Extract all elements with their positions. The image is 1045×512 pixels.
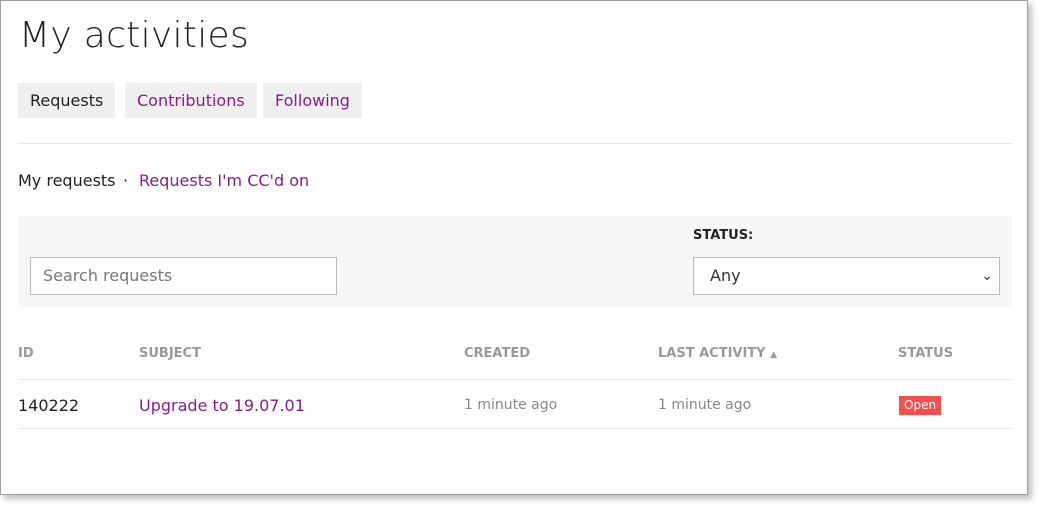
header-subject[interactable]: SUBJECT [139,346,201,361]
cell-id: 140222 [18,396,80,415]
row-divider [18,428,1012,429]
header-id[interactable]: ID [18,346,34,361]
status-select-value: Any [710,266,741,285]
tab-contributions[interactable]: Contributions [125,83,257,118]
status-select[interactable]: Any ⌄ [693,257,1000,295]
status-filter-label: STATUS: [693,228,754,243]
tab-following[interactable]: Following [263,83,362,118]
status-badge: Open [899,396,942,415]
search-input[interactable]: Search requests [30,257,337,295]
header-status[interactable]: STATUS [898,346,953,361]
filter-bar: Search requests STATUS: Any ⌄ [18,216,1012,307]
cell-created: 1 minute ago [464,397,558,413]
row-divider [18,379,1012,380]
header-last-activity-label: LAST ACTIVITY [658,346,766,361]
divider [18,143,1012,144]
cell-subject-link[interactable]: Upgrade to 19.07.01 [139,396,305,415]
chevron-down-icon: ⌄ [981,268,993,284]
header-created[interactable]: CREATED [464,346,530,361]
cell-last-activity: 1 minute ago [658,397,752,413]
tab-requests[interactable]: Requests [18,83,116,118]
header-last-activity[interactable]: LAST ACTIVITY ▲ [658,346,777,361]
sort-ascending-icon: ▲ [770,350,778,360]
page-frame: My activities Requests Contributions Fol… [0,0,1028,495]
page-title: My activities [19,15,250,56]
subnav-separator: · [123,171,129,190]
subnav-my-requests[interactable]: My requests [18,171,116,190]
subnav-cc-requests[interactable]: Requests I'm CC'd on [139,171,309,190]
